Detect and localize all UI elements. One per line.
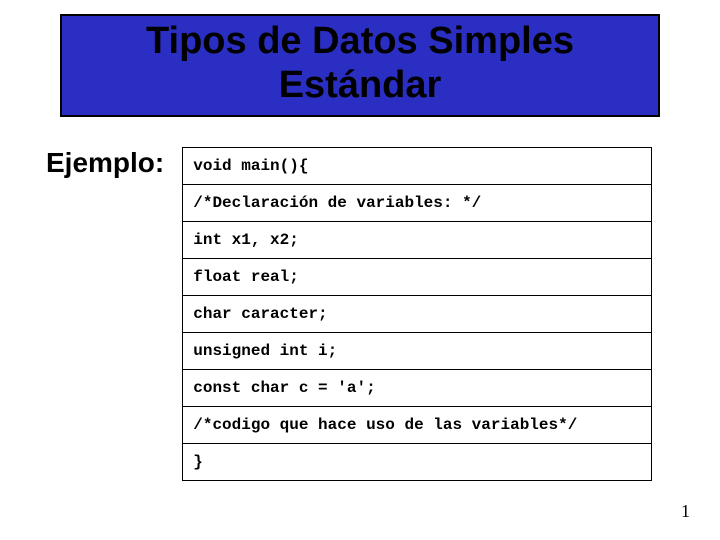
code-cell: /*codigo que hace uso de las variables*/ <box>183 407 652 444</box>
code-cell: const char c = 'a'; <box>183 370 652 407</box>
code-row: char caracter; <box>183 296 652 333</box>
code-cell: void main(){ <box>183 148 652 185</box>
example-label: Ejemplo: <box>46 147 164 179</box>
code-row: void main(){ <box>183 148 652 185</box>
code-cell: char caracter; <box>183 296 652 333</box>
code-row: unsigned int i; <box>183 333 652 370</box>
code-row: float real; <box>183 259 652 296</box>
code-row: const char c = 'a'; <box>183 370 652 407</box>
code-row: /*Declaración de variables: */ <box>183 185 652 222</box>
slide-title: Tipos de Datos Simples Estándar <box>70 20 650 107</box>
slide: Tipos de Datos Simples Estándar Ejemplo:… <box>0 0 720 540</box>
code-row: int x1, x2; <box>183 222 652 259</box>
code-cell: unsigned int i; <box>183 333 652 370</box>
code-table: void main(){ /*Declaración de variables:… <box>182 147 652 481</box>
code-cell: float real; <box>183 259 652 296</box>
code-cell: /*Declaración de variables: */ <box>183 185 652 222</box>
title-box: Tipos de Datos Simples Estándar <box>60 14 660 117</box>
code-row: /*codigo que hace uso de las variables*/ <box>183 407 652 444</box>
code-cell: int x1, x2; <box>183 222 652 259</box>
page-number: 1 <box>681 501 690 522</box>
code-cell: } <box>183 444 652 481</box>
content-area: Ejemplo: void main(){ /*Declaración de v… <box>40 137 680 481</box>
code-row: } <box>183 444 652 481</box>
